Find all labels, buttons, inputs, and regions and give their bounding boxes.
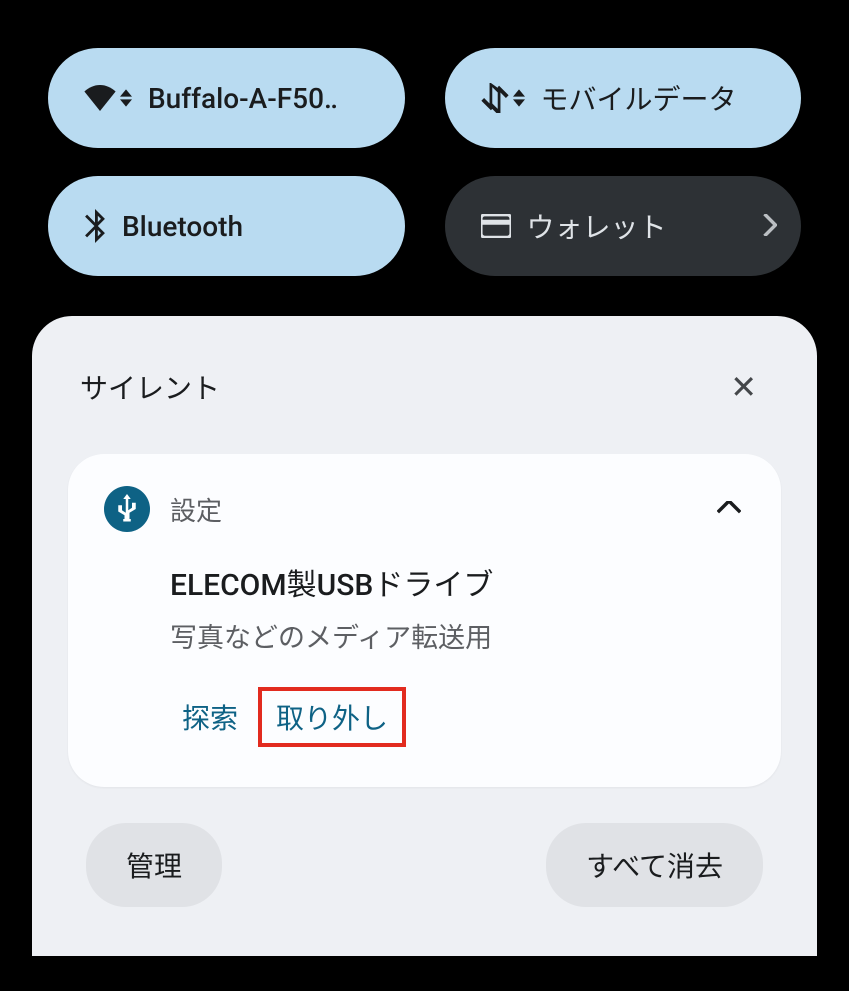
close-icon[interactable]: ✕ <box>718 364 769 410</box>
wifi-label: Buffalo-A-F50‥ <box>148 82 381 115</box>
clear-all-button[interactable]: すべて消去 <box>546 823 763 907</box>
mobile-data-tile[interactable]: モバイルデータ <box>445 48 802 148</box>
notification-panel: サイレント ✕ 設定 ELECOM製USBドライブ 写真などのメディア転送用 探… <box>32 316 817 956</box>
notification-body: ELECOM製USBドライブ 写真などのメディア転送用 探索 取り外し <box>170 560 745 747</box>
notification-footer: 管理 すべて消去 <box>68 787 781 907</box>
notification-card[interactable]: 設定 ELECOM製USBドライブ 写真などのメディア転送用 探索 取り外し <box>68 454 781 787</box>
notification-description: 写真などのメディア転送用 <box>170 616 745 655</box>
notification-actions: 探索 取り外し <box>170 687 745 747</box>
wifi-sort-icon <box>120 89 132 107</box>
notification-app-name: 設定 <box>170 491 222 528</box>
bluetooth-icon <box>84 209 106 243</box>
bluetooth-tile[interactable]: Bluetooth <box>48 176 405 276</box>
wifi-icon <box>84 85 132 111</box>
wallet-label: ウォレット <box>527 206 764 246</box>
usb-icon <box>104 486 150 532</box>
wifi-tile[interactable]: Buffalo-A-F50‥ <box>48 48 405 148</box>
notification-section-header: サイレント ✕ <box>68 364 781 410</box>
notification-title: ELECOM製USBドライブ <box>170 560 745 604</box>
collapse-icon[interactable] <box>713 496 745 523</box>
notification-header-row: 設定 <box>104 486 745 532</box>
section-title: サイレント <box>80 367 220 407</box>
mobile-sort-icon <box>513 89 525 107</box>
quick-settings-grid: Buffalo-A-F50‥ モバイルデータ Bluetooth ウォレット <box>0 0 849 316</box>
mobile-data-label: モバイルデータ <box>541 78 778 118</box>
wallet-icon <box>481 214 511 238</box>
eject-action[interactable]: 取り外し <box>258 687 406 747</box>
bluetooth-label: Bluetooth <box>122 210 381 243</box>
chevron-right-icon <box>763 210 777 243</box>
explore-action[interactable]: 探索 <box>170 689 250 745</box>
manage-button[interactable]: 管理 <box>86 823 222 907</box>
mobile-data-icon <box>481 83 525 113</box>
wallet-tile[interactable]: ウォレット <box>445 176 802 276</box>
